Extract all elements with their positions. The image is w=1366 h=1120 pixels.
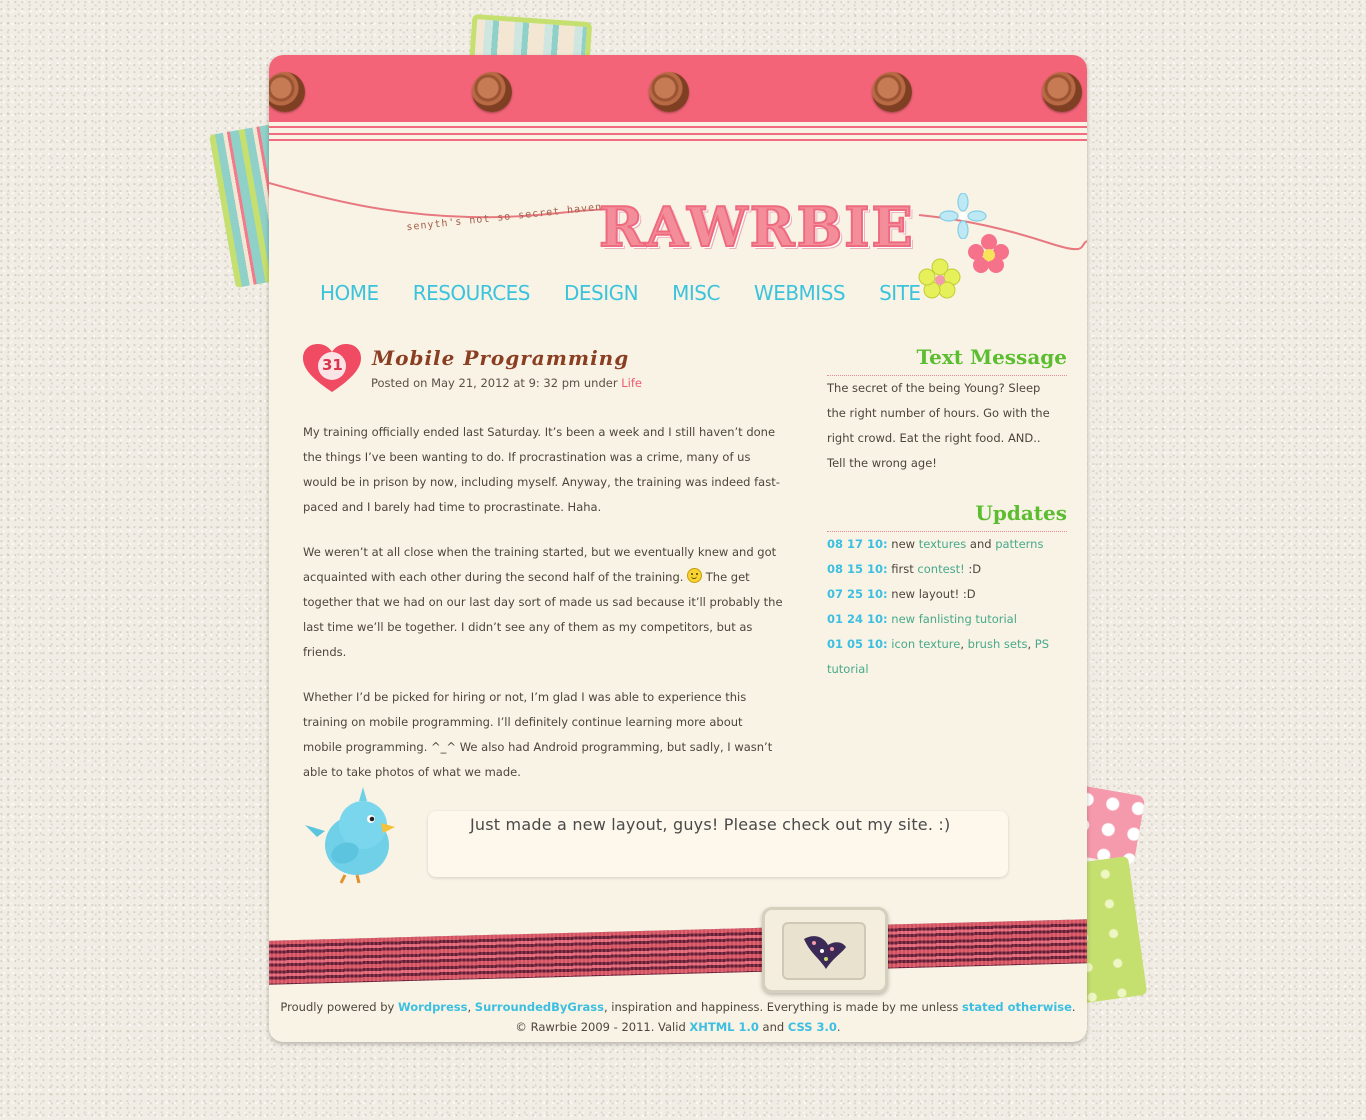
update-link[interactable]: patterns — [995, 537, 1043, 551]
update-date: 01 24 10: — [827, 612, 888, 626]
floral-heart-icon — [804, 936, 846, 969]
site-logo[interactable]: RAWRBIE — [598, 194, 915, 260]
update-item: 08 17 10: new textures and patterns — [827, 532, 1057, 557]
footer-text: © Rawrbie 2009 - 2011. Valid — [515, 1020, 686, 1034]
post-paragraph: We weren’t at all close when the trainin… — [303, 540, 783, 665]
update-item: 08 15 10: first contest! :D — [827, 557, 1057, 582]
footer-text: , — [467, 1000, 472, 1014]
update-text: and — [969, 537, 992, 551]
update-date: 08 15 10: — [827, 562, 888, 576]
nav-item-webmiss[interactable]: WEBMISS — [754, 281, 846, 305]
footer-link-css[interactable]: CSS 3.0 — [788, 1020, 837, 1034]
update-text: :D — [968, 562, 982, 576]
nav-item-design[interactable]: DESIGN — [564, 281, 639, 305]
post-title[interactable]: Mobile Programming — [372, 346, 629, 370]
update-link[interactable]: contest! — [917, 562, 964, 576]
ribbon-strap — [269, 919, 1087, 985]
pink-flower-icon — [968, 234, 1009, 273]
shoutout-text: Just made a new layout, guys! Please che… — [470, 815, 951, 834]
smiley-icon — [687, 568, 703, 583]
update-link[interactable]: textures — [919, 537, 967, 551]
nav-item-home[interactable]: HOME — [320, 281, 379, 305]
text-message-body: The secret of the being Young? Sleep the… — [827, 381, 1050, 470]
footer-text: Proudly powered by — [280, 1000, 395, 1014]
buckle-window — [782, 922, 866, 980]
post-paragraph: My training officially ended last Saturd… — [303, 425, 780, 514]
header-stripes — [269, 122, 1087, 146]
bird-icon — [305, 787, 395, 884]
rivet-icon — [1042, 72, 1082, 112]
footer-line-2: © Rawrbie 2009 - 2011. Valid XHTML 1.0 a… — [269, 1017, 1087, 1037]
footer-text: . — [1071, 1000, 1076, 1014]
rivet-icon — [649, 72, 689, 112]
update-text: first — [891, 562, 914, 576]
update-link[interactable]: brush sets — [968, 637, 1028, 651]
page-container: senyth's not so secret haven RAWRBIE HOM… — [269, 55, 1087, 1042]
update-text: new — [891, 537, 916, 551]
update-separator: , — [1027, 637, 1032, 651]
nav-item-resources[interactable]: RESOURCES — [413, 281, 531, 305]
post-meta-text: Posted on May 21, 2012 at 9: 32 pm under — [371, 376, 618, 390]
footer-line-1: Proudly powered by Wordpress, Surrounded… — [269, 997, 1087, 1017]
update-item: 07 25 10: new layout! :D — [827, 582, 1057, 607]
update-item: 01 24 10: new fanlisting tutorial — [827, 607, 1057, 632]
text-message-title: Text Message — [916, 345, 1068, 369]
footer-link-xhtml[interactable]: XHTML 1.0 — [689, 1020, 758, 1034]
update-date: 07 25 10: — [827, 587, 888, 601]
nav-item-misc[interactable]: MISC — [672, 281, 720, 305]
footer-link-stated-otherwise[interactable]: stated otherwise — [962, 1000, 1072, 1014]
rivet-icon — [872, 72, 912, 112]
footer-text: . — [836, 1020, 841, 1034]
post-day: 31 — [322, 356, 343, 374]
update-link[interactable]: new fanlisting tutorial — [891, 612, 1017, 626]
updates-title: Updates — [975, 501, 1067, 525]
footer-text: , inspiration and happiness. Everything … — [603, 1000, 959, 1014]
footer: Proudly powered by Wordpress, Surrounded… — [269, 997, 1087, 1037]
footer-link-surroundedbygrass[interactable]: SurroundedByGrass — [475, 1000, 604, 1014]
buckle-decoration — [762, 907, 888, 993]
update-item: 01 05 10: icon texture, brush sets, PS t… — [827, 632, 1057, 682]
nav-item-site[interactable]: SITE — [879, 281, 921, 305]
update-date: 08 17 10: — [827, 537, 888, 551]
shoutout-box: Just made a new layout, guys! Please che… — [428, 811, 1008, 877]
post-body: My training officially ended last Saturd… — [303, 420, 783, 805]
rivet-icon — [472, 72, 512, 112]
update-text: new layout! :D — [891, 587, 976, 601]
update-separator: , — [960, 637, 964, 651]
update-date: 01 05 10: — [827, 637, 888, 651]
post-paragraph: Whether I’d be picked for hiring or not,… — [303, 690, 773, 779]
post-meta: Posted on May 21, 2012 at 9: 32 pm under… — [371, 376, 642, 390]
post-category-link[interactable]: Life — [621, 376, 642, 390]
updates-list: 08 17 10: new textures and patterns 08 1… — [827, 532, 1057, 682]
post-date-heart: 31 — [303, 344, 361, 394]
footer-text: and — [762, 1020, 785, 1034]
update-link[interactable]: icon texture — [891, 637, 960, 651]
main-nav: HOME RESOURCES DESIGN MISC WEBMISS SITE — [320, 281, 955, 305]
footer-link-wordpress[interactable]: Wordpress — [398, 1000, 467, 1014]
